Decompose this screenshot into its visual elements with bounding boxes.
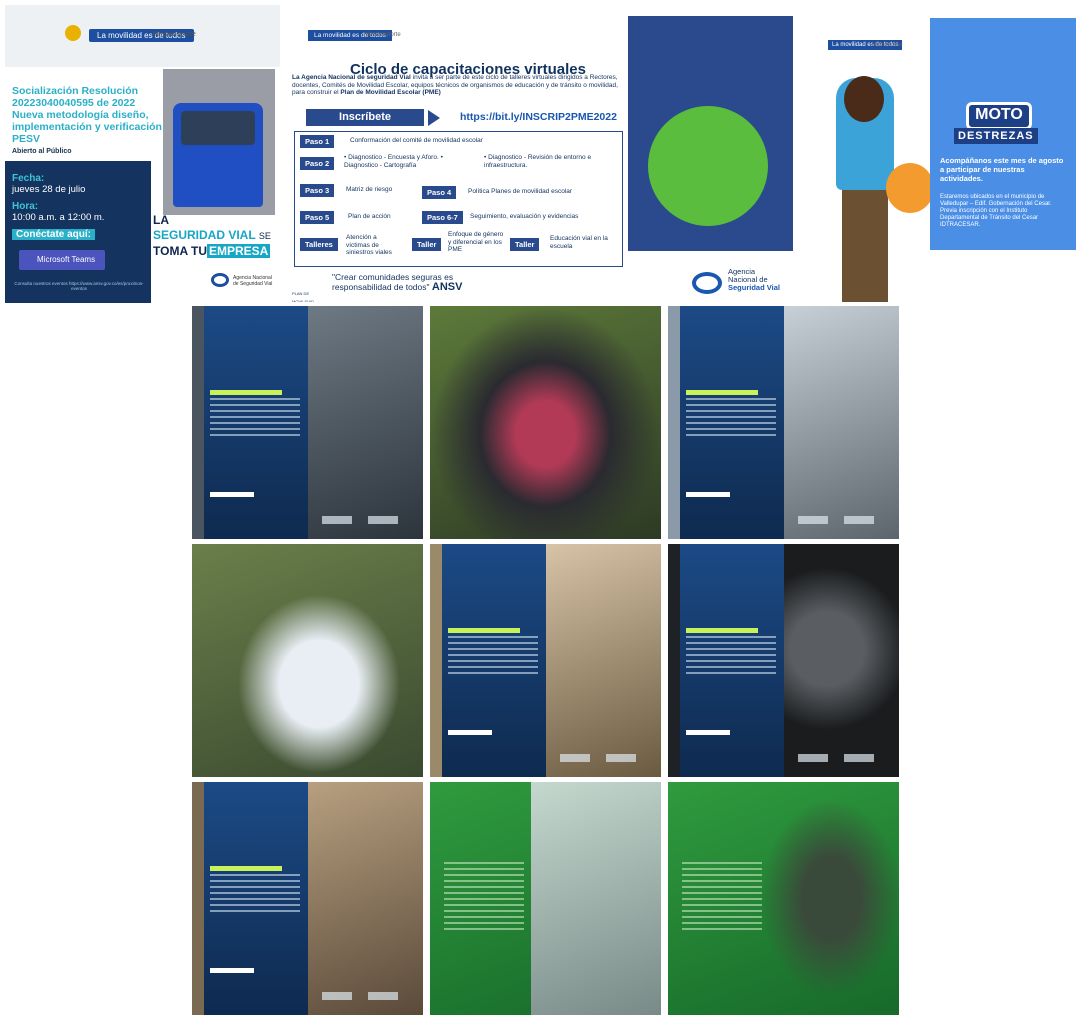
rider-legs	[842, 190, 888, 302]
step-label: Paso 3	[300, 184, 335, 197]
tire-photo	[779, 544, 899, 777]
ministry-label: Mintransporte	[153, 31, 196, 38]
events-footer: Consulta nuestros eventos https://www.an…	[14, 281, 144, 291]
ansv-logo-icon	[692, 272, 722, 294]
step-text: Educación vial en la escuela	[550, 235, 608, 250]
ansv-logo-icon	[211, 273, 229, 287]
moto-logo: MOTO	[966, 102, 1032, 130]
tile-text	[448, 636, 538, 676]
agency-label: Agencia Nacional de Seguridad Vial	[233, 275, 273, 287]
cyclist-illustration	[648, 106, 768, 226]
tile-8[interactable]	[430, 782, 661, 1015]
tile-heading	[686, 390, 758, 395]
tile-3[interactable]	[668, 306, 899, 539]
step-text: Política Planes de movilidad escolar	[468, 188, 573, 195]
step-label: Paso 1	[300, 135, 335, 148]
tile-heading	[210, 390, 282, 395]
tile-heading	[686, 628, 758, 633]
plan-label: PLAN DE MOVILIDAD ESCOLAR	[292, 291, 315, 302]
tile-9[interactable]	[668, 782, 899, 1015]
tile-4[interactable]	[192, 544, 423, 777]
step-text: Matriz de riesgo	[346, 186, 393, 193]
quote: "Crear comunidades seguras es responsabi…	[332, 272, 463, 293]
tile-text	[686, 636, 776, 676]
step-text: Conformación del comité de movilidad esc…	[350, 137, 483, 144]
truck-windshield	[181, 111, 255, 145]
step-text: Plan de acción	[348, 213, 391, 220]
poster-subtitle: Abierto al Público	[12, 148, 72, 155]
fecha-value: jueves 28 de julio	[12, 184, 86, 195]
tile-logos	[322, 516, 402, 524]
poster-motodestrezas: La movilidad es de todos Mintransporte M…	[806, 18, 1076, 302]
poster-title: Socialización Resolución 20223040040595 …	[12, 85, 162, 145]
ministry-label: Mintransporte	[364, 32, 401, 38]
step-text: Enfoque de género y diferencial en los P…	[448, 231, 504, 253]
tile-heading	[210, 866, 282, 871]
arrow-right-icon	[428, 110, 440, 126]
step-label: Taller	[510, 238, 540, 251]
tile-button	[686, 492, 730, 497]
tile-logos	[560, 754, 640, 762]
tile-text	[682, 862, 762, 932]
tile-5[interactable]	[430, 544, 661, 777]
woman-driver-photo	[541, 544, 661, 777]
poster-capacitaciones: La movilidad es de todos Mintransporte C…	[288, 16, 793, 302]
tile-button	[210, 492, 254, 497]
step-label: Paso 4	[422, 186, 457, 199]
slogan: LA SEGURIDAD VIAL SE TOMA TU EMPRESA	[153, 213, 271, 258]
hora-label: Hora:	[12, 201, 39, 212]
tile-1[interactable]	[192, 306, 423, 539]
motorcyclist-photo	[430, 306, 661, 539]
step-text: • Diagnostico - Encuesta y Aforo. • Diag…	[344, 154, 443, 169]
poster-body: Estaremos ubicados en el municipio de Va…	[940, 194, 1052, 228]
tile-button	[448, 730, 492, 735]
poster-pesv: La movilidad es de todos Mintransporte S…	[5, 5, 280, 303]
teams-button[interactable]: Microsoft Teams	[19, 250, 105, 270]
ministry-label: Mintransporte	[872, 42, 903, 48]
step-label: Taller	[412, 238, 442, 251]
poster-lead: Acompáñanos este mes de agosto a partici…	[940, 156, 1064, 183]
tile-text	[210, 398, 300, 438]
car-headlight-photo	[531, 782, 661, 1015]
partner-logos	[930, 250, 1076, 302]
tile-2[interactable]	[430, 306, 661, 539]
tile-heading	[448, 628, 520, 633]
driver-drinking-photo	[779, 306, 899, 539]
destrezas-logo: DESTREZAS	[954, 128, 1038, 144]
step-text: • Diagnostico - Revisión de entorno e in…	[484, 154, 592, 169]
step-label: Paso 6-7	[422, 211, 463, 224]
step-text: Seguimiento, evaluación y evidencias	[470, 213, 579, 220]
colombia-seal-icon	[65, 25, 81, 41]
agency-label: Agencia Nacional de Seguridad Vial	[728, 267, 780, 292]
fecha-label: Fecha:	[12, 173, 45, 184]
vehicle-cargo-photo	[303, 782, 423, 1015]
registration-link[interactable]: https://bit.ly/INSCRIP2PME2022	[460, 111, 617, 123]
tile-text	[444, 862, 524, 932]
tile-button	[686, 730, 730, 735]
step-label: Paso 5	[300, 211, 335, 224]
step-label: Talleres	[300, 238, 338, 251]
officer-photo	[192, 544, 423, 777]
motorcyclists-photo	[749, 782, 899, 1015]
tile-logos	[798, 754, 878, 762]
tile-6[interactable]	[668, 544, 899, 777]
helmet-icon	[886, 163, 934, 213]
tile-logos	[798, 516, 878, 524]
road-photo	[303, 306, 423, 539]
poster-intro: La Agencia Nacional de seguridad Vial in…	[292, 74, 618, 96]
step-text: Atención a víctimas de siniestros viales	[346, 234, 392, 256]
tile-logos	[322, 992, 402, 1000]
tile-text	[686, 398, 776, 438]
tile-7[interactable]	[192, 782, 423, 1015]
tile-button	[210, 968, 254, 973]
conecta-label: Conéctate aquí:	[12, 229, 96, 240]
step-label: Paso 2	[300, 157, 335, 170]
hora-value: 10:00 a.m. a 12:00 m.	[12, 212, 105, 223]
tile-text	[210, 874, 300, 914]
rider-head	[844, 76, 884, 122]
inscribete-button[interactable]: Inscríbete	[306, 109, 424, 126]
